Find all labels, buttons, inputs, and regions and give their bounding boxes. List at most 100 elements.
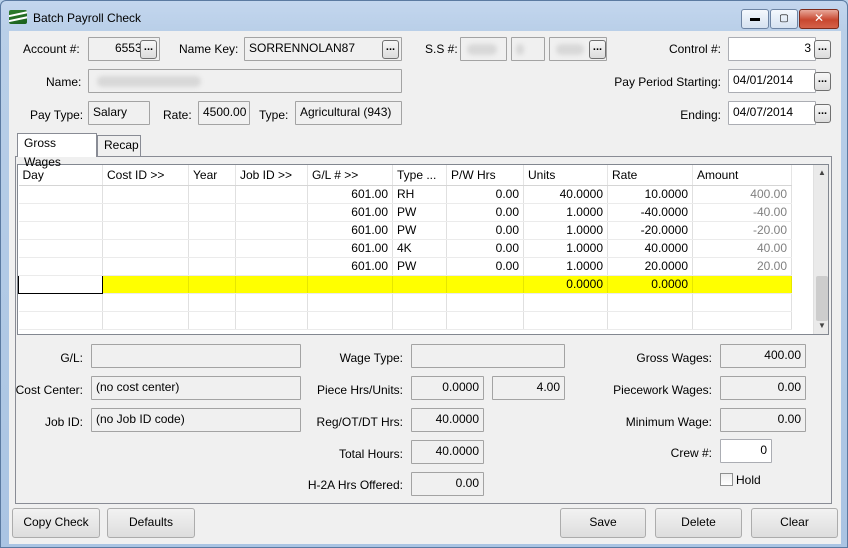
table-cell[interactable]	[607, 293, 693, 312]
table-cell[interactable]: 1.0000	[523, 239, 608, 258]
table-cell[interactable]: 0.00	[446, 203, 524, 222]
copy-check-button[interactable]: Copy Check	[12, 508, 100, 538]
column-header[interactable]: Amount	[692, 165, 792, 186]
table-cell[interactable]: 0.0000	[523, 275, 608, 294]
table-cell[interactable]	[392, 293, 447, 312]
table-row[interactable]: 601.00 RH 0.00 40.0000 10.0000 400.00	[18, 185, 792, 204]
wage-type-field[interactable]	[411, 344, 565, 368]
pay-period-start-picker[interactable]: ...	[814, 72, 831, 91]
table-row[interactable]: 601.00 PW 0.00 1.0000 -40.0000 -40.00	[18, 203, 792, 222]
table-cell[interactable]	[188, 203, 236, 222]
tab-gross-wages[interactable]: Gross Wages	[17, 133, 97, 169]
table-cell[interactable]	[102, 185, 189, 204]
table-cell[interactable]	[523, 293, 608, 312]
scroll-up-icon[interactable]: ▲	[814, 165, 828, 181]
table-cell[interactable]: 601.00	[307, 185, 393, 204]
column-header[interactable]: P/W Hrs	[446, 165, 524, 186]
table-row[interactable]: 601.00 PW 0.00 1.0000 20.0000 20.00	[18, 257, 792, 276]
name-key-lookup-button[interactable]: ...	[382, 40, 399, 59]
table-cell[interactable]: 400.00	[692, 185, 792, 204]
table-cell[interactable]: 0.00	[446, 221, 524, 240]
h2a-hrs-field[interactable]: 0.00	[411, 472, 484, 496]
defaults-button[interactable]: Defaults	[107, 508, 195, 538]
table-cell[interactable]: 0.0000	[607, 275, 693, 294]
table-cell[interactable]	[102, 293, 189, 312]
table-cell[interactable]: 20.00	[692, 257, 792, 276]
table-cell[interactable]: PW	[392, 257, 447, 276]
delete-button[interactable]: Delete	[655, 508, 742, 538]
close-button[interactable]: ✕	[799, 9, 839, 29]
crew-field[interactable]: 0	[720, 439, 772, 463]
column-header[interactable]: Type ...	[392, 165, 447, 186]
table-cell[interactable]: PW	[392, 203, 447, 222]
table-cell[interactable]	[18, 293, 103, 312]
gross-wages-field[interactable]: 400.00	[720, 344, 806, 368]
hold-checkbox[interactable]	[720, 473, 733, 486]
column-header[interactable]: Cost ID >>	[102, 165, 189, 186]
job-id-field[interactable]: (no Job ID code)	[91, 408, 301, 432]
scroll-thumb[interactable]	[816, 276, 828, 321]
table-cell[interactable]: 601.00	[307, 203, 393, 222]
table-cell[interactable]	[235, 293, 308, 312]
table-cell[interactable]	[307, 311, 393, 330]
table-cell[interactable]: 0.00	[446, 239, 524, 258]
table-cell[interactable]: PW	[392, 221, 447, 240]
control-field[interactable]: 3	[728, 37, 816, 61]
cost-center-field[interactable]: (no cost center)	[91, 376, 301, 400]
table-cell[interactable]	[18, 311, 103, 330]
table-cell[interactable]	[188, 275, 236, 294]
ending-date-field[interactable]: 04/07/2014	[728, 101, 816, 125]
wages-grid[interactable]: Day Cost ID >> Year Job ID >> G/L # >> Type .…	[17, 164, 829, 335]
name-field[interactable]	[88, 69, 402, 93]
table-cell[interactable]	[307, 275, 393, 294]
table-cell[interactable]	[18, 221, 103, 240]
table-cell[interactable]	[235, 275, 308, 294]
table-cell[interactable]	[102, 257, 189, 276]
table-cell[interactable]	[188, 311, 236, 330]
control-lookup-button[interactable]: ...	[814, 40, 831, 59]
piece-hrs-field[interactable]: 0.0000	[411, 376, 484, 400]
table-cell[interactable]: 601.00	[307, 239, 393, 258]
table-cell[interactable]: RH	[392, 185, 447, 204]
table-cell[interactable]: 1.0000	[523, 203, 608, 222]
ss-part2-field[interactable]	[511, 37, 545, 61]
table-cell[interactable]	[235, 185, 308, 204]
save-button[interactable]: Save	[560, 508, 646, 538]
account-lookup-button[interactable]: ...	[140, 40, 157, 59]
table-cell[interactable]	[188, 221, 236, 240]
table-cell[interactable]: -20.0000	[607, 221, 693, 240]
table-cell[interactable]	[235, 239, 308, 258]
pay-type-field[interactable]: Salary	[88, 101, 150, 125]
table-cell[interactable]	[102, 221, 189, 240]
table-cell[interactable]: 40.0000	[607, 239, 693, 258]
table-cell[interactable]: 40.00	[692, 239, 792, 258]
table-cell[interactable]: 0.00	[446, 257, 524, 276]
table-cell[interactable]: -40.0000	[607, 203, 693, 222]
table-cell[interactable]	[235, 257, 308, 276]
table-cell[interactable]	[692, 311, 792, 330]
table-cell[interactable]	[102, 203, 189, 222]
table-cell[interactable]: -20.00	[692, 221, 792, 240]
piecework-wages-field[interactable]: 0.00	[720, 376, 806, 400]
table-cell[interactable]	[392, 275, 447, 294]
empty-row[interactable]	[18, 311, 792, 330]
table-cell[interactable]: 20.0000	[607, 257, 693, 276]
table-cell[interactable]: 4K	[392, 239, 447, 258]
table-cell[interactable]	[523, 311, 608, 330]
table-cell[interactable]	[607, 311, 693, 330]
column-header[interactable]: G/L # >>	[307, 165, 393, 186]
new-entry-row[interactable]: 0.0000 0.0000	[18, 274, 792, 294]
name-key-field[interactable]: SORRENNOLAN87	[244, 37, 402, 61]
pay-period-start-field[interactable]: 04/01/2014	[728, 69, 816, 93]
table-cell[interactable]	[102, 275, 189, 294]
scroll-down-icon[interactable]: ▼	[814, 318, 828, 334]
table-cell[interactable]: 1.0000	[523, 221, 608, 240]
table-cell[interactable]: 0.00	[446, 185, 524, 204]
empty-row[interactable]	[18, 293, 792, 312]
table-cell[interactable]	[18, 203, 103, 222]
table-cell[interactable]	[392, 311, 447, 330]
minimum-wage-field[interactable]: 0.00	[720, 408, 806, 432]
table-cell[interactable]	[692, 275, 792, 294]
ss-part1-field[interactable]	[460, 37, 507, 61]
table-cell[interactable]	[307, 293, 393, 312]
